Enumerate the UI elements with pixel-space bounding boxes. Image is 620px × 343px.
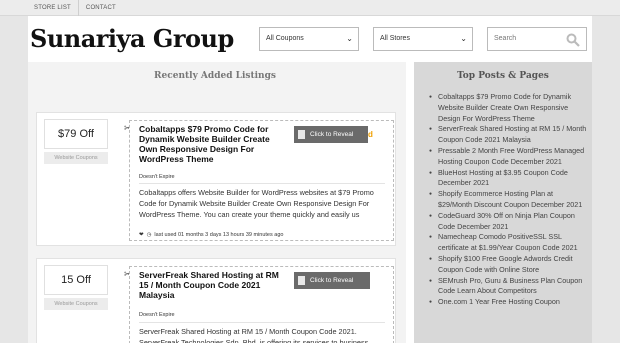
divider: [139, 183, 385, 184]
list-item[interactable]: One.com 1 Year Free Hosting Coupon: [426, 297, 588, 308]
sidebar: Top Posts & Pages Cobaltapps $79 Promo C…: [414, 62, 592, 343]
nav-store-list[interactable]: STORE LIST: [28, 0, 79, 16]
reveal-button[interactable]: Click to Reveal: [294, 272, 370, 289]
top-bar: STORE LIST CONTACT: [0, 0, 620, 16]
coupons-select[interactable]: All Coupons ⌄: [259, 27, 359, 51]
chevron-down-icon: ⌄: [460, 34, 467, 43]
coupon-description: ServerFreak Shared Hosting at RM 15 / Mo…: [139, 327, 369, 343]
discount-badge: 15 Off: [44, 265, 108, 295]
coupon-title[interactable]: Cobaltapps $79 Promo Code for Dynamik We…: [139, 124, 287, 164]
search-input[interactable]: Search: [487, 27, 587, 51]
coupon-code-peek: d: [368, 126, 378, 143]
last-used-text: last used 01 months 3 days 13 hours 39 m…: [154, 232, 284, 238]
list-item[interactable]: Shopify $100 Free Google Adwords Credit …: [426, 254, 588, 276]
coupon-description: Cobaltapps offers Website Builder for Wo…: [139, 188, 374, 219]
expire-text: Doesn't Expire: [139, 174, 175, 180]
top-nav: STORE LIST CONTACT: [28, 0, 123, 16]
list-item[interactable]: BlueHost Hosting at $3.95 Coupon Code De…: [426, 168, 588, 190]
list-item[interactable]: SEMrush Pro, Guru & Business Plan Coupon…: [426, 276, 588, 298]
reveal-button[interactable]: Click to Reveal: [294, 126, 370, 143]
nav-contact[interactable]: CONTACT: [79, 0, 123, 16]
heart-icon[interactable]: ❤: [139, 232, 144, 238]
coupons-select-value: All Coupons: [266, 35, 304, 42]
list-item[interactable]: Namecheap Comodo PositiveSSL SSL certifi…: [426, 232, 588, 254]
list-item[interactable]: Cobaltapps $79 Promo Code for Dynamik We…: [426, 92, 588, 124]
usage-meta: ❤ ◷ last used 01 months 3 days 13 hours 39…: [139, 232, 283, 238]
category-label[interactable]: Website Coupons: [44, 152, 108, 164]
coupon-box: Cobaltapps $79 Promo Code for Dynamik We…: [129, 120, 394, 241]
clock-icon: ◷: [146, 232, 152, 238]
site-logo[interactable]: Sunariya Group: [30, 24, 234, 53]
sidebar-title: Top Posts & Pages: [457, 71, 549, 81]
page: Sunariya Group All Coupons ⌄ All Stores …: [28, 16, 592, 343]
coupon-box: ServerFreak Shared Hosting at RM 15 / Mo…: [129, 266, 394, 343]
divider: [139, 322, 385, 323]
search-icon[interactable]: [566, 33, 580, 47]
section-title: Recently Added Listings: [154, 71, 276, 81]
list-item[interactable]: Shopify Ecommerce Hosting Plan at $29/Mo…: [426, 189, 588, 211]
coupon-card: 15 Off Website Coupons ✂ ServerFreak Sha…: [36, 258, 396, 343]
list-item[interactable]: ServerFreak Shared Hosting at RM 15 / Mo…: [426, 124, 588, 146]
list-item[interactable]: Pressable 2 Month Free WordPress Managed…: [426, 146, 588, 168]
discount-badge: $79 Off: [44, 119, 108, 149]
search-placeholder: Search: [494, 35, 517, 42]
list-item[interactable]: CodeGuard 30% Off on Ninja Plan Coupon C…: [426, 211, 588, 233]
top-posts-list: Cobaltapps $79 Promo Code for Dynamik We…: [426, 92, 588, 308]
coupon-card: $79 Off Website Coupons ✂ Cobaltapps $79…: [36, 112, 396, 246]
stores-select[interactable]: All Stores ⌄: [373, 27, 473, 51]
expire-text: Doesn't Expire: [139, 312, 175, 318]
chevron-down-icon: ⌄: [346, 34, 353, 43]
stores-select-value: All Stores: [380, 35, 410, 42]
category-label[interactable]: Website Coupons: [44, 298, 108, 310]
coupon-title[interactable]: ServerFreak Shared Hosting at RM 15 / Mo…: [139, 270, 287, 300]
